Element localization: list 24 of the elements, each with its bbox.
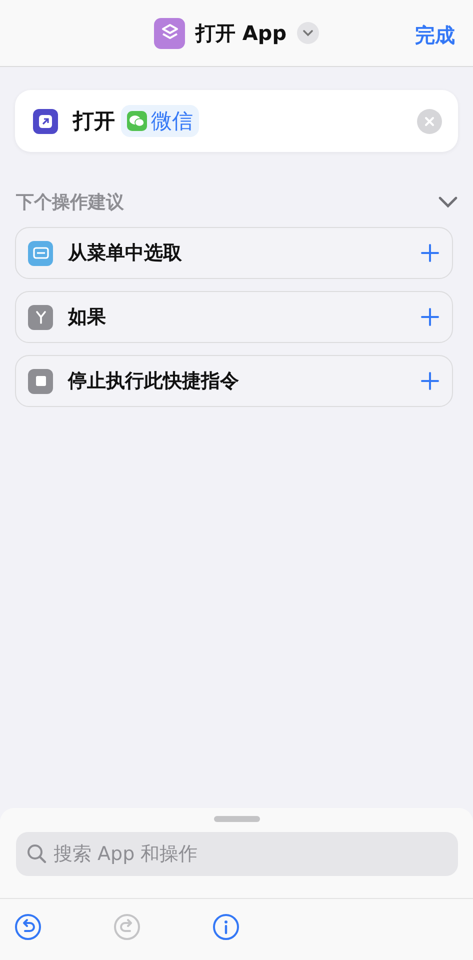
layers-icon xyxy=(154,18,186,48)
suggestion-row[interactable]: 从菜单中选取 xyxy=(15,227,453,279)
suggestion-label: 从菜单中选取 xyxy=(68,241,182,266)
suggestion-row[interactable]: 停止执行此快捷指令 xyxy=(15,355,453,407)
chevron-icon[interactable] xyxy=(438,196,458,208)
chat-bubbles-icon xyxy=(127,111,147,131)
close-icon xyxy=(424,116,435,126)
action-verb: 打开 xyxy=(73,108,115,135)
section-title: 下个操作建议 xyxy=(16,191,124,214)
suggestion-label: 停止执行此快捷指令 xyxy=(68,369,239,394)
search-field[interactable]: 搜索 App 和操作 xyxy=(16,832,458,876)
undo-icon[interactable] xyxy=(14,913,42,941)
suggestion-row[interactable]: 如果 xyxy=(15,291,453,343)
search-icon xyxy=(26,843,48,865)
add-icon[interactable] xyxy=(420,371,440,391)
suggestion-label: 如果 xyxy=(68,305,106,330)
done-button[interactable]: 完成 xyxy=(415,22,455,49)
app-token[interactable]: 微信 xyxy=(121,105,199,137)
add-icon[interactable] xyxy=(420,243,440,263)
shortcut-title: 打开 App xyxy=(195,20,287,46)
info-icon[interactable] xyxy=(212,913,240,941)
caret-icon[interactable] xyxy=(296,22,319,44)
add-icon[interactable] xyxy=(420,307,440,327)
grabber-handle[interactable] xyxy=(214,816,260,822)
